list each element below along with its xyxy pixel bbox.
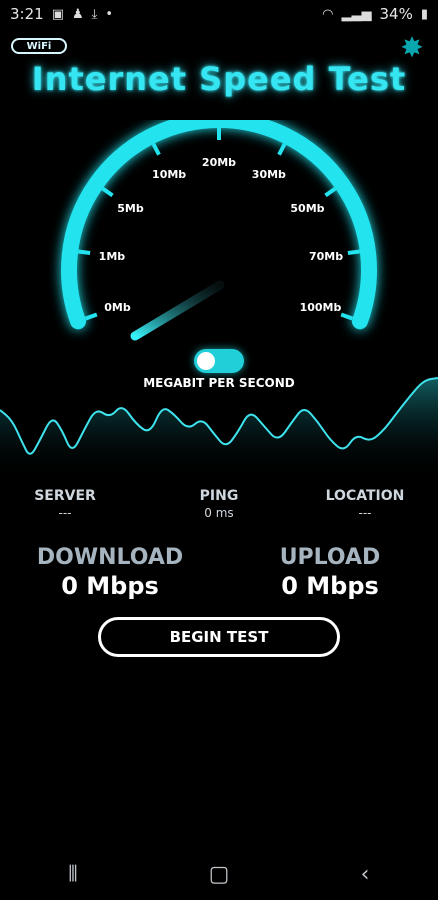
download-icon: ⤓ [91,6,98,22]
gauge-tick-label: 10Mb [152,168,186,181]
clock: 3:21 [10,5,44,23]
gauge-tick-label: 50Mb [290,202,324,215]
gauge-tick [347,249,361,256]
ping-value: 0 ms [204,506,234,520]
wifi-icon: ◠ [322,6,334,22]
download-label: DOWNLOAD [36,545,184,570]
battery-percent: 34% [379,5,413,23]
page-title: Internet Speed Test [31,60,407,98]
image-icon: ▣ [51,6,64,22]
recent-apps-icon[interactable]: ⦀ [43,862,103,887]
star-icon[interactable]: ✸ [398,34,426,62]
gauge-needle [130,280,225,341]
download-panel: DOWNLOAD 0 Mbps [20,545,200,600]
begin-test-button[interactable]: BEGIN TEST [98,617,340,657]
gauge-tick-label: 0Mb [104,301,131,314]
gauge-tick-label: 100Mb [300,301,342,314]
toggle-knob [197,352,215,370]
wave-area [0,378,438,480]
gauge-tick [324,186,337,198]
download-value: 0 Mbps [61,572,159,600]
nav-bar: ⦀ ▢ ‹ [0,848,438,900]
ping-stat: PING 0 ms [154,488,284,520]
battery-icon: ▮ [420,6,428,22]
dot-icon: • [105,6,114,22]
gauge-tick [340,312,354,321]
gauge-tick-label: 20Mb [202,156,236,169]
gauge-tick-label: 5Mb [117,202,144,215]
status-bar: 3:21 ▣ ♟ ⤓ • ◠ ▂▃▅ 34% ▮ [0,0,438,28]
ping-label: PING [199,488,239,504]
location-value: --- [358,506,372,520]
gauge-tick [151,143,161,156]
location-stat: LOCATION --- [300,488,430,520]
upload-value: 0 Mbps [281,572,379,600]
upload-panel: UPLOAD 0 Mbps [240,545,420,600]
gauge-arc [61,120,377,330]
server-label: SERVER [34,488,96,504]
home-icon[interactable]: ▢ [189,862,249,887]
signal-icon: ▂▃▅ [341,6,372,22]
gauge-tick-label: 70Mb [309,250,343,263]
back-icon[interactable]: ‹ [335,862,395,887]
gauge-tick [77,249,91,256]
gauge-tick [277,143,287,156]
signal-wave [0,377,438,480]
wifi-badge[interactable]: WiFi [11,38,67,54]
person-icon: ♟ [71,6,84,22]
gauge-tick-label: 30Mb [252,168,286,181]
gauge-tick [84,312,98,321]
server-stat: SERVER --- [0,488,130,520]
upload-label: UPLOAD [279,545,381,570]
gauge-tick-label: 1Mb [99,250,126,263]
server-value: --- [58,506,72,520]
location-label: LOCATION [325,488,405,504]
gauge-tick [101,186,114,198]
